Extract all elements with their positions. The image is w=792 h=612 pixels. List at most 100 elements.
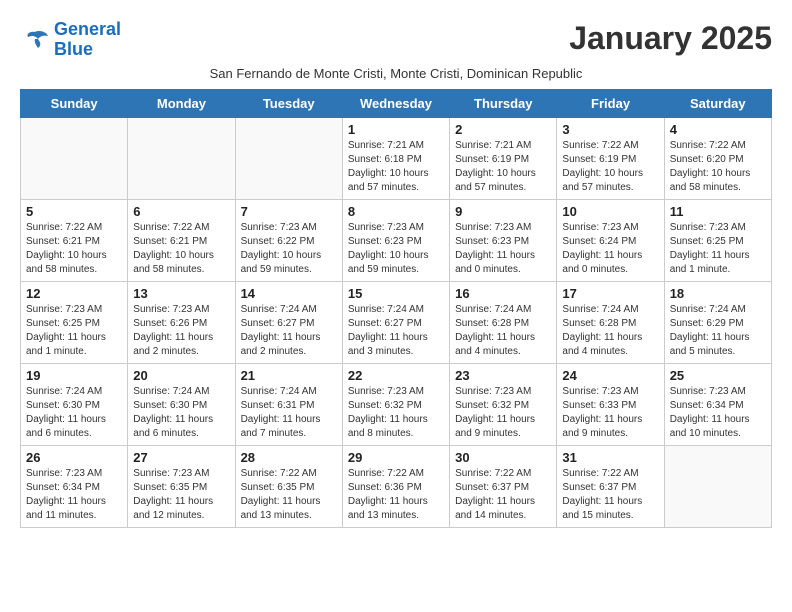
day-number: 27 [133, 450, 229, 465]
day-number: 24 [562, 368, 658, 383]
day-info: Sunrise: 7:23 AM Sunset: 6:34 PM Dayligh… [670, 385, 766, 441]
day-number: 20 [133, 368, 229, 383]
header-day-tuesday: Tuesday [235, 89, 342, 117]
day-info: Sunrise: 7:22 AM Sunset: 6:19 PM Dayligh… [562, 139, 658, 195]
day-info: Sunrise: 7:22 AM Sunset: 6:37 PM Dayligh… [562, 467, 658, 523]
day-info: Sunrise: 7:23 AM Sunset: 6:22 PM Dayligh… [241, 221, 337, 277]
day-info: Sunrise: 7:23 AM Sunset: 6:25 PM Dayligh… [26, 303, 122, 359]
day-info: Sunrise: 7:23 AM Sunset: 6:24 PM Dayligh… [562, 221, 658, 277]
day-number: 23 [455, 368, 551, 383]
day-info: Sunrise: 7:22 AM Sunset: 6:21 PM Dayligh… [133, 221, 229, 277]
day-info: Sunrise: 7:24 AM Sunset: 6:28 PM Dayligh… [562, 303, 658, 359]
calendar-cell: 3Sunrise: 7:22 AM Sunset: 6:19 PM Daylig… [557, 117, 664, 199]
day-number: 26 [26, 450, 122, 465]
calendar-cell: 8 Sunrise: 7:23 AM Sunset: 6:23 PM Daylig… [342, 199, 449, 281]
day-number: 17 [562, 286, 658, 301]
header-row: SundayMondayTuesdayWednesdayThursdayFrid… [21, 89, 772, 117]
week-row-2: 12Sunrise: 7:23 AM Sunset: 6:25 PM Dayli… [21, 281, 772, 363]
header-day-sunday: Sunday [21, 89, 128, 117]
day-info: Sunrise: 7:24 AM Sunset: 6:27 PM Dayligh… [348, 303, 444, 359]
calendar-cell: 13 Sunrise: 7:23 AM Sunset: 6:26 PM Dayli… [128, 281, 235, 363]
day-info: Sunrise: 7:21 AM Sunset: 6:19 PM Dayligh… [455, 139, 551, 195]
week-row-4: 26 Sunrise: 7:23 AM Sunset: 6:34 PM Dayli… [21, 445, 772, 527]
day-number: 22 [348, 368, 444, 383]
day-info: Sunrise: 7:23 AM Sunset: 6:26 PM Dayligh… [133, 303, 229, 359]
day-number: 9 [455, 204, 551, 219]
calendar-cell: 23 Sunrise: 7:23 AM Sunset: 6:32 PM Dayli… [450, 363, 557, 445]
header-day-friday: Friday [557, 89, 664, 117]
week-row-0: 1Sunrise: 7:21 AM Sunset: 6:18 PM Daylig… [21, 117, 772, 199]
day-info: Sunrise: 7:23 AM Sunset: 6:32 PM Dayligh… [455, 385, 551, 441]
header-day-wednesday: Wednesday [342, 89, 449, 117]
day-number: 2 [455, 122, 551, 137]
calendar-cell: 20 Sunrise: 7:24 AM Sunset: 6:30 PM Dayli… [128, 363, 235, 445]
day-number: 10 [562, 204, 658, 219]
day-number: 21 [241, 368, 337, 383]
calendar-cell: 10 Sunrise: 7:23 AM Sunset: 6:24 PM Dayli… [557, 199, 664, 281]
calendar-cell: 14Sunrise: 7:24 AM Sunset: 6:27 PM Dayli… [235, 281, 342, 363]
calendar-cell: 12Sunrise: 7:23 AM Sunset: 6:25 PM Dayli… [21, 281, 128, 363]
day-info: Sunrise: 7:24 AM Sunset: 6:31 PM Dayligh… [241, 385, 337, 441]
calendar-cell: 26 Sunrise: 7:23 AM Sunset: 6:34 PM Dayli… [21, 445, 128, 527]
calendar-cell: 24Sunrise: 7:23 AM Sunset: 6:33 PM Dayli… [557, 363, 664, 445]
calendar-cell [21, 117, 128, 199]
day-number: 29 [348, 450, 444, 465]
calendar-cell: 22Sunrise: 7:23 AM Sunset: 6:32 PM Dayli… [342, 363, 449, 445]
day-number: 8 [348, 204, 444, 219]
calendar-cell: 31 Sunrise: 7:22 AM Sunset: 6:37 PM Dayli… [557, 445, 664, 527]
day-number: 16 [455, 286, 551, 301]
day-number: 18 [670, 286, 766, 301]
calendar-cell: 28 Sunrise: 7:22 AM Sunset: 6:35 PM Dayli… [235, 445, 342, 527]
day-number: 7 [241, 204, 337, 219]
calendar-cell: 16 Sunrise: 7:24 AM Sunset: 6:28 PM Dayli… [450, 281, 557, 363]
day-info: Sunrise: 7:23 AM Sunset: 6:34 PM Dayligh… [26, 467, 122, 523]
logo: General Blue [20, 20, 121, 60]
day-number: 11 [670, 204, 766, 219]
day-info: Sunrise: 7:22 AM Sunset: 6:35 PM Dayligh… [241, 467, 337, 523]
day-number: 15 [348, 286, 444, 301]
day-info: Sunrise: 7:23 AM Sunset: 6:23 PM Dayligh… [455, 221, 551, 277]
title-section: January 2025 [569, 20, 772, 57]
calendar-cell: 9 Sunrise: 7:23 AM Sunset: 6:23 PM Daylig… [450, 199, 557, 281]
calendar-cell: 27 Sunrise: 7:23 AM Sunset: 6:35 PM Dayli… [128, 445, 235, 527]
day-info: Sunrise: 7:23 AM Sunset: 6:25 PM Dayligh… [670, 221, 766, 277]
calendar-cell: 19 Sunrise: 7:24 AM Sunset: 6:30 PM Dayli… [21, 363, 128, 445]
logo-text: General Blue [54, 20, 121, 60]
header-day-saturday: Saturday [664, 89, 771, 117]
day-info: Sunrise: 7:23 AM Sunset: 6:35 PM Dayligh… [133, 467, 229, 523]
calendar-cell: 1Sunrise: 7:21 AM Sunset: 6:18 PM Daylig… [342, 117, 449, 199]
calendar-cell: 17 Sunrise: 7:24 AM Sunset: 6:28 PM Dayli… [557, 281, 664, 363]
calendar-table: SundayMondayTuesdayWednesdayThursdayFrid… [20, 89, 772, 528]
calendar-cell: 7 Sunrise: 7:23 AM Sunset: 6:22 PM Daylig… [235, 199, 342, 281]
calendar-cell: 5 Sunrise: 7:22 AM Sunset: 6:21 PM Daylig… [21, 199, 128, 281]
day-number: 25 [670, 368, 766, 383]
week-row-3: 19 Sunrise: 7:24 AM Sunset: 6:30 PM Dayli… [21, 363, 772, 445]
calendar-cell: 11 Sunrise: 7:23 AM Sunset: 6:25 PM Dayli… [664, 199, 771, 281]
subtitle: San Fernando de Monte Cristi, Monte Cris… [20, 66, 772, 81]
day-info: Sunrise: 7:22 AM Sunset: 6:37 PM Dayligh… [455, 467, 551, 523]
day-info: Sunrise: 7:24 AM Sunset: 6:30 PM Dayligh… [26, 385, 122, 441]
day-number: 13 [133, 286, 229, 301]
day-info: Sunrise: 7:22 AM Sunset: 6:21 PM Dayligh… [26, 221, 122, 277]
calendar-cell: 18Sunrise: 7:24 AM Sunset: 6:29 PM Dayli… [664, 281, 771, 363]
day-number: 19 [26, 368, 122, 383]
day-info: Sunrise: 7:24 AM Sunset: 6:28 PM Dayligh… [455, 303, 551, 359]
day-number: 30 [455, 450, 551, 465]
day-number: 31 [562, 450, 658, 465]
calendar-cell [128, 117, 235, 199]
day-number: 5 [26, 204, 122, 219]
header-day-thursday: Thursday [450, 89, 557, 117]
calendar-cell: 25 Sunrise: 7:23 AM Sunset: 6:34 PM Dayli… [664, 363, 771, 445]
day-number: 14 [241, 286, 337, 301]
calendar-cell: 30 Sunrise: 7:22 AM Sunset: 6:37 PM Dayli… [450, 445, 557, 527]
calendar-cell: 29Sunrise: 7:22 AM Sunset: 6:36 PM Dayli… [342, 445, 449, 527]
day-info: Sunrise: 7:24 AM Sunset: 6:30 PM Dayligh… [133, 385, 229, 441]
day-info: Sunrise: 7:22 AM Sunset: 6:20 PM Dayligh… [670, 139, 766, 195]
day-info: Sunrise: 7:23 AM Sunset: 6:23 PM Dayligh… [348, 221, 444, 277]
calendar-cell [664, 445, 771, 527]
day-number: 28 [241, 450, 337, 465]
calendar-cell: 4Sunrise: 7:22 AM Sunset: 6:20 PM Daylig… [664, 117, 771, 199]
month-title: January 2025 [569, 20, 772, 57]
calendar-cell: 15 Sunrise: 7:24 AM Sunset: 6:27 PM Dayli… [342, 281, 449, 363]
calendar-cell [235, 117, 342, 199]
